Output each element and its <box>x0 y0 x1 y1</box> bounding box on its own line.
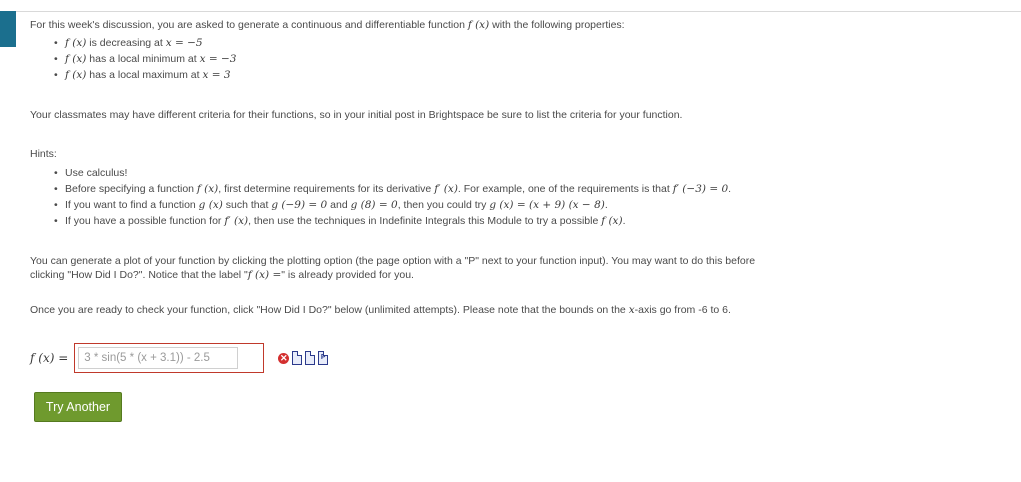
question-marker <box>0 11 16 47</box>
list-item: If you have a possible function for f′ (… <box>54 213 1010 229</box>
criteria-note: Your classmates may have different crite… <box>30 109 683 121</box>
list-item: If you want to find a function g (x) suc… <box>54 197 1010 213</box>
try-another-button[interactable]: Try Another <box>34 392 122 422</box>
hints-heading: Hints: <box>30 148 57 160</box>
list-item: Before specifying a function f (x), firs… <box>54 181 1010 197</box>
hints-list: Use calculus! Before specifying a functi… <box>30 165 1010 229</box>
list-item: f (x) is decreasing at x = −5 <box>54 35 1010 51</box>
page-icon[interactable] <box>292 351 303 365</box>
page-icon[interactable] <box>305 351 316 365</box>
top-divider <box>0 11 1021 12</box>
intro-text: For this week's discussion, you are aske… <box>30 19 625 31</box>
list-item: f (x) has a local maximum at x = 3 <box>54 67 1010 83</box>
check-note: Once you are ready to check your functio… <box>30 304 731 316</box>
plot-note: You can generate a plot of your function… <box>30 255 756 281</box>
list-item: Use calculus! <box>54 165 1010 181</box>
function-input[interactable]: 3 * sin(5 * (x + 3.1)) - 2.5 <box>78 347 239 369</box>
list-item: f (x) has a local minimum at x = −3 <box>54 51 1010 67</box>
properties-list: f (x) is decreasing at x = −5 f (x) has … <box>30 35 1010 83</box>
plot-page-icon[interactable]: P <box>318 351 329 365</box>
answer-label: f (x) = <box>30 351 69 365</box>
incorrect-x-icon: ✕ <box>278 352 290 364</box>
answer-row: f (x) = 3 * sin(5 * (x + 3.1)) - 2.5 ✕ P <box>30 343 329 373</box>
question-content: For this week's discussion, you are aske… <box>30 18 1010 317</box>
answer-box: 3 * sin(5 * (x + 3.1)) - 2.5 <box>74 343 265 373</box>
